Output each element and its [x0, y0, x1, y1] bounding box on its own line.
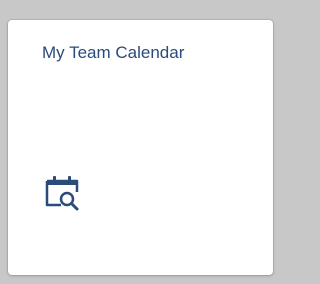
my-team-calendar-tile[interactable]: My Team Calendar — [8, 20, 273, 275]
calendar-search-icon — [41, 170, 85, 214]
tile-title: My Team Calendar — [42, 43, 185, 62]
